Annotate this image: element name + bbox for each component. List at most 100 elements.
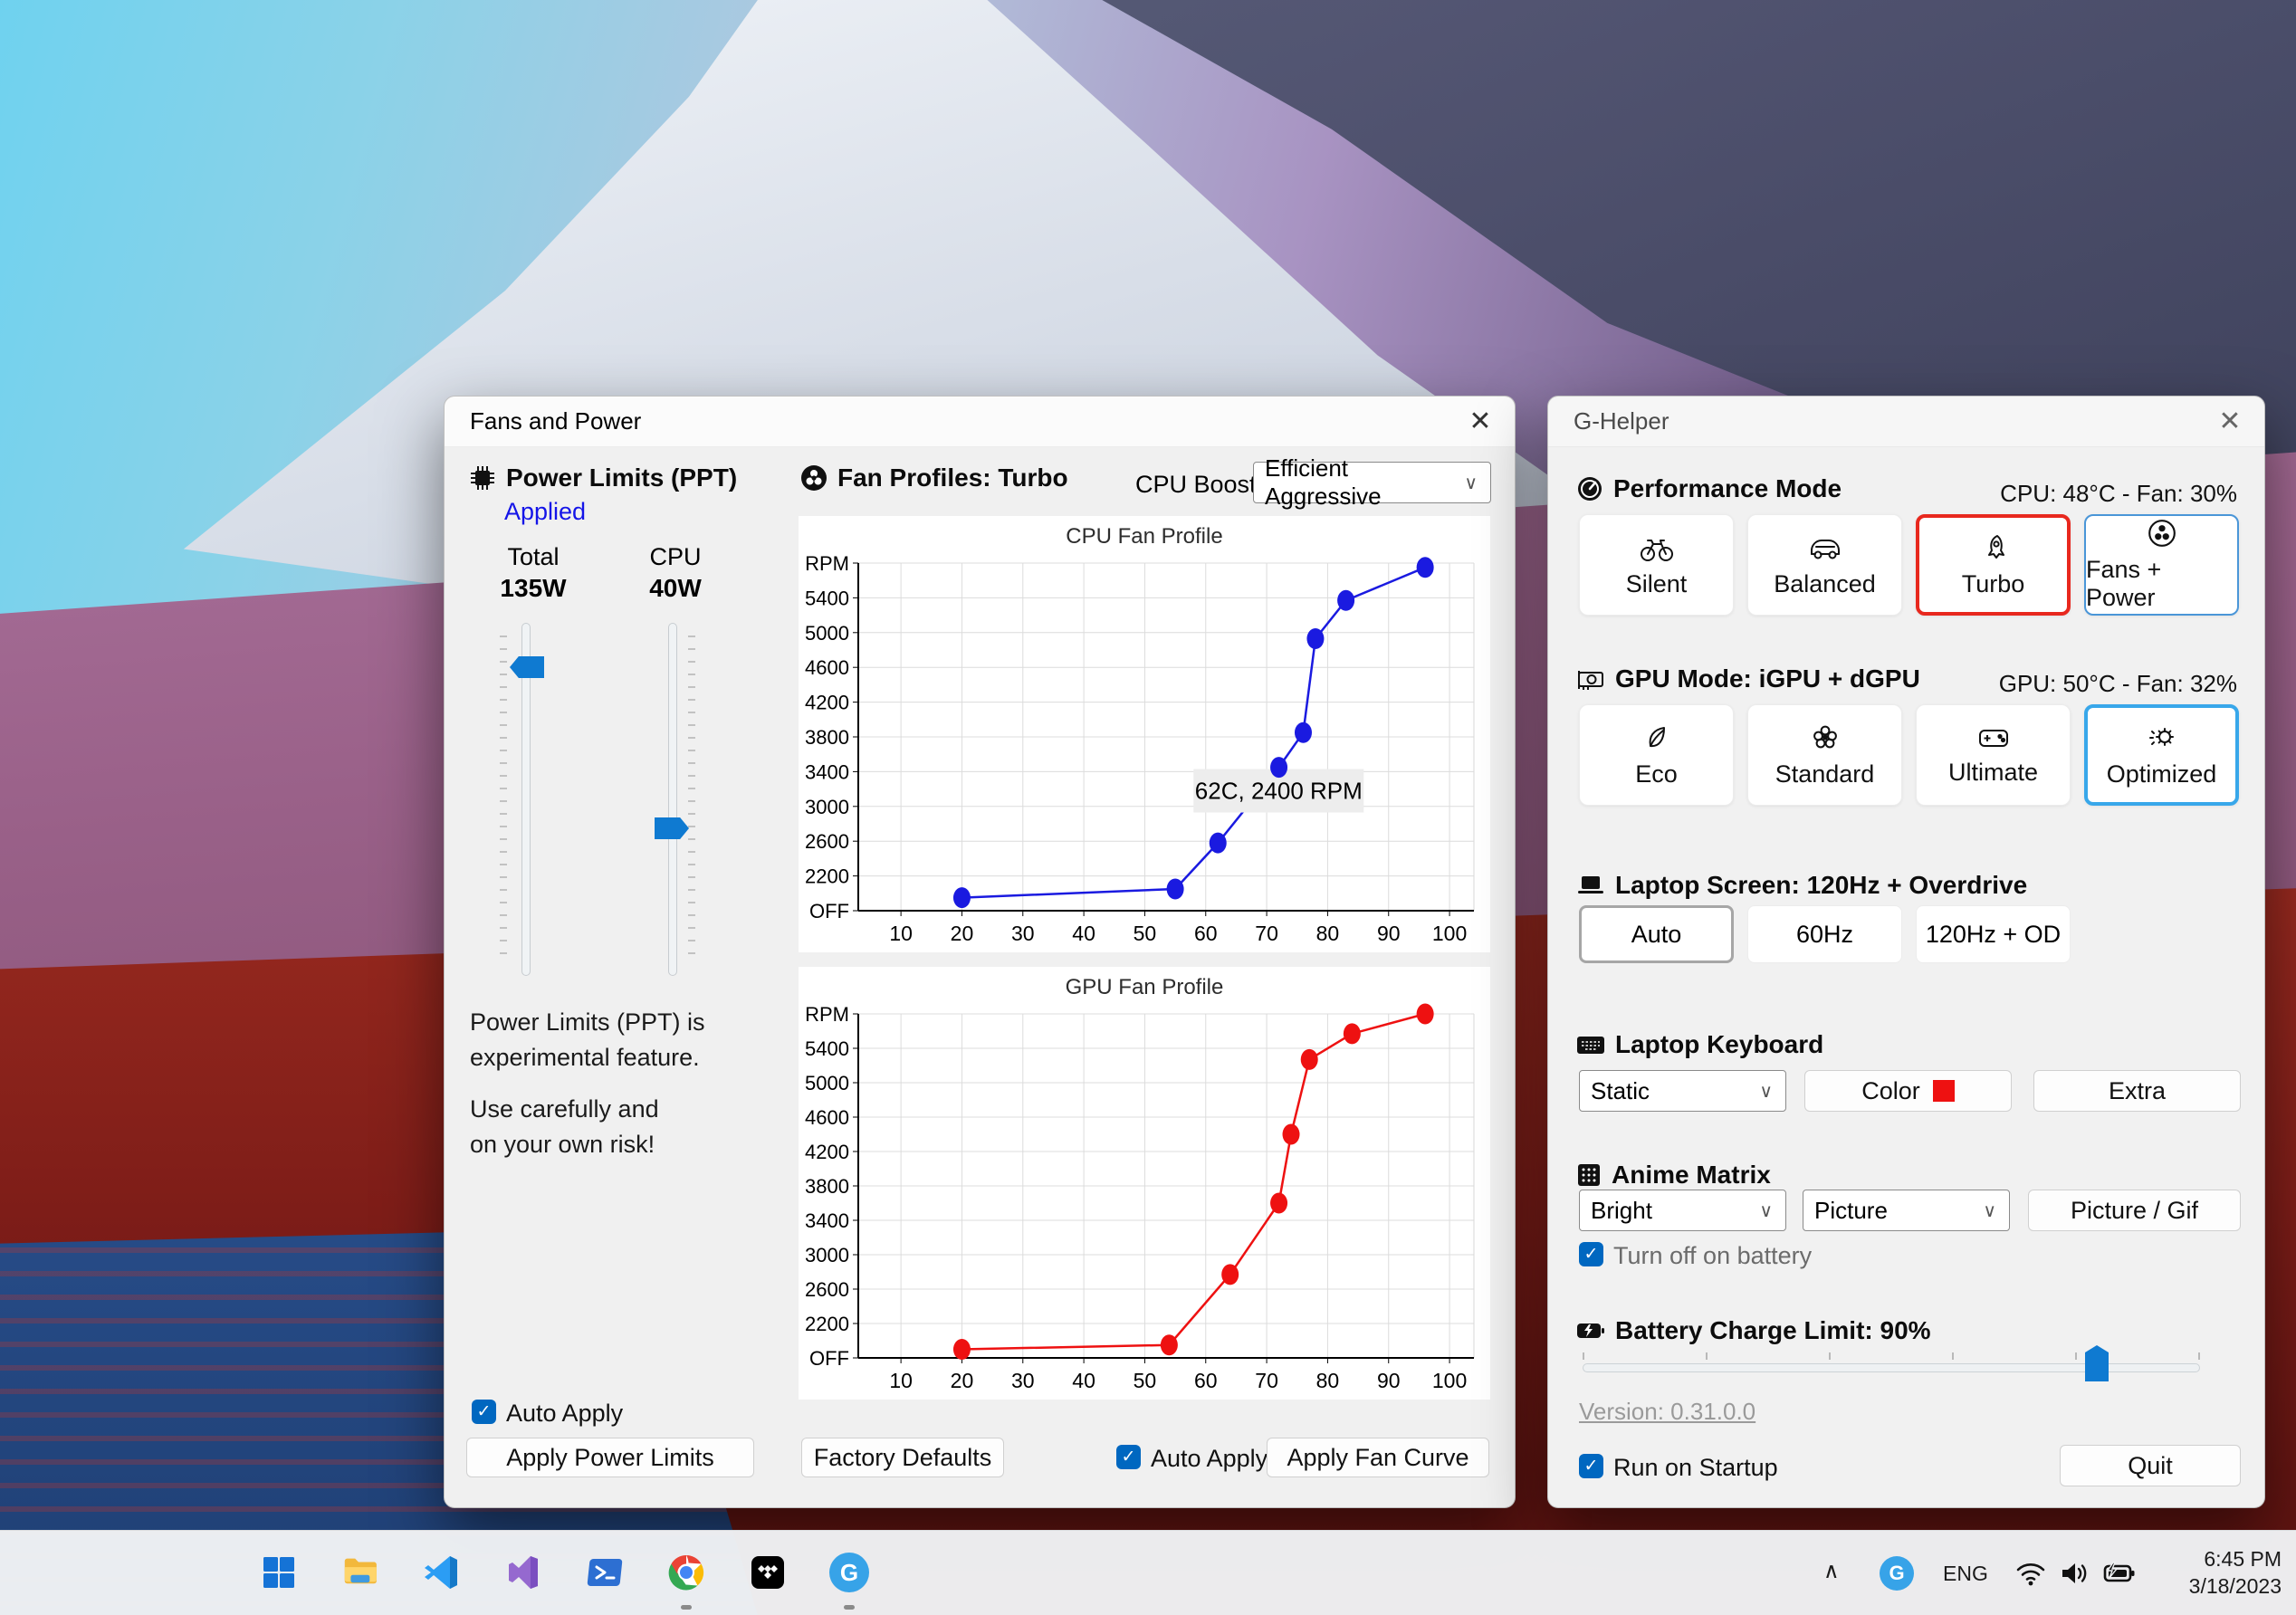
gpu-card-icon	[1578, 671, 1603, 690]
total-slider-thumb[interactable]	[510, 656, 544, 678]
cpu-boost-dropdown[interactable]: Efficient Aggressive ∨	[1253, 454, 1491, 510]
svg-text:5400: 5400	[805, 1037, 849, 1060]
fan-profiles-header: Fan Profiles: Turbo	[799, 463, 1068, 492]
color-swatch	[1932, 1080, 1955, 1102]
svg-text:90: 90	[1377, 1369, 1401, 1392]
matrix-icon	[1578, 1164, 1600, 1186]
fan-auto-apply-checkbox[interactable]: ✓	[1116, 1445, 1141, 1469]
keyboard-color-button[interactable]: Color	[1804, 1070, 2012, 1112]
svg-text:RPM: RPM	[805, 552, 849, 575]
tray-chevron-up[interactable]: ∧	[1823, 1558, 1840, 1584]
fan-icon	[2148, 520, 2176, 547]
file-explorer-button[interactable]	[340, 1553, 380, 1592]
svg-text:2200: 2200	[805, 865, 849, 888]
battery-charge-limit-header: Battery Charge Limit: 90%	[1575, 1316, 1931, 1345]
svg-text:20: 20	[951, 1369, 974, 1392]
screen-button-120hz-od[interactable]: 120Hz + OD	[1916, 905, 2071, 963]
run-on-startup-checkbox[interactable]: ✓	[1579, 1454, 1603, 1478]
gpu-mode-header: GPU Mode: iGPU + dGPU	[1575, 664, 1920, 693]
power-auto-apply-checkbox[interactable]: ✓	[472, 1400, 496, 1424]
svg-text:40: 40	[1072, 922, 1095, 945]
visual-studio-button[interactable]	[503, 1553, 543, 1592]
cpu-label: CPU	[649, 543, 702, 570]
vscode-button[interactable]	[422, 1553, 462, 1592]
anime-battery-checkbox[interactable]: ✓	[1579, 1242, 1603, 1266]
g-helper-window: G-Helper ✕ Performance Mode CPU: 48°C - …	[1547, 396, 2265, 1508]
svg-text:80: 80	[1316, 1369, 1340, 1392]
screen-button-auto[interactable]: Auto	[1579, 905, 1734, 963]
svg-text:4200: 4200	[805, 692, 849, 714]
svg-text:60: 60	[1194, 1369, 1218, 1392]
g-helper-titlebar[interactable]: G-Helper ✕	[1548, 397, 2264, 447]
wifi-icon[interactable]	[2015, 1560, 2046, 1587]
language-indicator[interactable]: ENG	[1943, 1562, 1988, 1586]
keyboard-extra-button[interactable]: Extra	[2033, 1070, 2241, 1112]
svg-text:40: 40	[1072, 1369, 1095, 1392]
gpu-button-optimized[interactable]: Optimized	[2084, 704, 2239, 806]
keyboard-mode-dropdown[interactable]: Static ∨	[1579, 1070, 1786, 1112]
chevron-down-icon: ∨	[1464, 473, 1478, 493]
gamepad-icon	[1978, 729, 2008, 747]
chevron-down-icon: ∨	[1759, 1081, 1773, 1102]
mode-button-silent[interactable]: Silent	[1579, 514, 1734, 616]
svg-text:2600: 2600	[805, 830, 849, 853]
cpu-slider-track[interactable]	[668, 623, 677, 976]
vscode-icon	[425, 1556, 457, 1589]
battery-icon[interactable]	[2102, 1560, 2137, 1587]
svg-text:100: 100	[1432, 922, 1467, 945]
version-link[interactable]: Version: 0.31.0.0	[1579, 1398, 1755, 1426]
g-helper-taskbar-button[interactable]: G	[829, 1553, 869, 1592]
svg-text:RPM: RPM	[805, 1003, 849, 1026]
anime-battery-label: Turn off on battery	[1613, 1242, 1813, 1269]
factory-defaults-button[interactable]: Factory Defaults	[801, 1438, 1004, 1477]
quit-button[interactable]: Quit	[2060, 1445, 2241, 1486]
screen-button-60hz[interactable]: 60Hz	[1747, 905, 1902, 963]
power-limits-header: Power Limits (PPT)	[468, 463, 737, 492]
svg-text:5400: 5400	[805, 587, 849, 609]
clock[interactable]: 6:45 PM 3/18/2023	[2189, 1545, 2282, 1600]
cpu-fan-chart[interactable]: CPU Fan Profile 10 20 30 40 50 60 70 80 90 100 OFF 2…	[799, 516, 1490, 952]
mode-button-turbo[interactable]: Turbo	[1916, 514, 2071, 616]
close-icon[interactable]: ✕	[1460, 404, 1500, 440]
fans-window-titlebar[interactable]: Fans and Power ✕	[445, 397, 1515, 447]
power-limits-note-1: Power Limits (PPT) is experimental featu…	[470, 1008, 705, 1071]
mode-button-fans-power[interactable]: Fans + Power	[2084, 514, 2239, 616]
cpu-slider-thumb[interactable]	[655, 817, 689, 839]
flower-icon	[1813, 725, 1837, 748]
anime-brightness-dropdown[interactable]: Bright ∨	[1579, 1190, 1786, 1231]
svg-text:4600: 4600	[805, 1106, 849, 1129]
power-auto-apply-label: Auto Apply	[506, 1400, 624, 1427]
svg-text:90: 90	[1377, 922, 1401, 945]
folder-icon	[344, 1558, 377, 1584]
anime-picture-gif-button[interactable]: Picture / Gif	[2028, 1190, 2241, 1231]
cpu-slider-ticks	[688, 635, 695, 963]
gpu-fan-chart[interactable]: GPU Fan Profile 10 20 30 40 50 60 70 80 90 100 OFF 2…	[799, 967, 1490, 1400]
svg-text:4600: 4600	[805, 656, 849, 679]
powershell-button[interactable]	[585, 1553, 625, 1592]
svg-text:OFF: OFF	[809, 900, 849, 922]
mode-button-balanced[interactable]: Balanced	[1747, 514, 1902, 616]
svg-text:2600: 2600	[805, 1278, 849, 1301]
apply-power-limits-button[interactable]: Apply Power Limits	[466, 1438, 754, 1477]
g-helper-tray-icon[interactable]: G	[1880, 1556, 1914, 1591]
fan-icon	[801, 465, 827, 491]
volume-icon[interactable]	[2059, 1560, 2090, 1587]
chrome-icon	[668, 1555, 704, 1591]
chrome-button[interactable]	[666, 1553, 706, 1592]
svg-text:62C, 2400 RPM: 62C, 2400 RPM	[1195, 778, 1363, 805]
cpu-fan-chart-panel: CPU Fan Profile 10 20 30 40 50 60 70 80 90 100 OFF 2…	[799, 516, 1490, 952]
gpu-button-standard[interactable]: Standard	[1747, 704, 1902, 806]
close-icon[interactable]: ✕	[2210, 404, 2250, 440]
gpu-button-eco[interactable]: Eco	[1579, 704, 1734, 806]
car-icon	[1810, 539, 1840, 559]
apply-fan-curve-button[interactable]: Apply Fan Curve	[1267, 1438, 1489, 1477]
battery-slider-thumb[interactable]	[2085, 1345, 2109, 1381]
start-button[interactable]	[259, 1553, 299, 1592]
clock-date: 3/18/2023	[2188, 1574, 2282, 1598]
anime-mode-dropdown[interactable]: Picture ∨	[1803, 1190, 2010, 1231]
svg-text:3400: 3400	[805, 760, 849, 783]
power-limits-status: Applied	[504, 498, 587, 525]
tidal-button[interactable]	[748, 1553, 788, 1592]
gpu-button-ultimate[interactable]: Ultimate	[1916, 704, 2071, 806]
svg-text:4200: 4200	[805, 1141, 849, 1163]
